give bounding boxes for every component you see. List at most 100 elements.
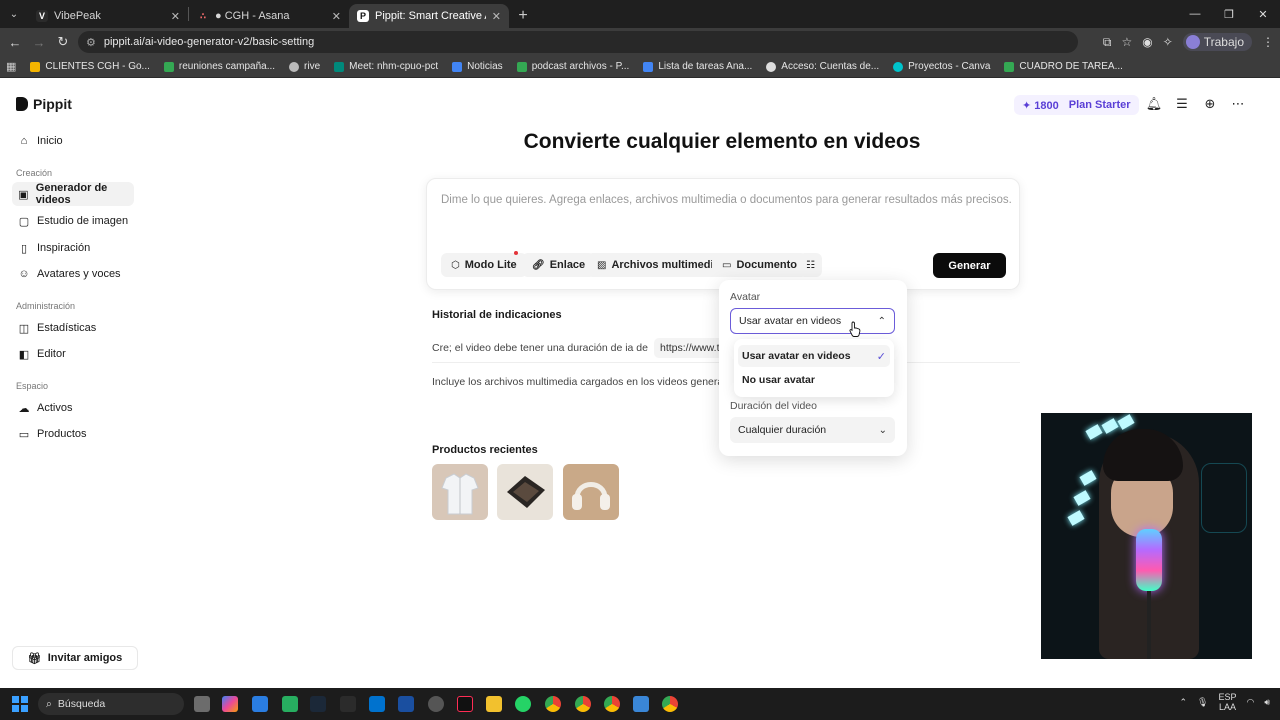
sidebar-item-label: Inspiración [37, 242, 91, 254]
playstation-icon[interactable] [369, 696, 385, 712]
chrome-icon[interactable] [662, 696, 678, 712]
avatar-option-use[interactable]: Usar avatar en videos ✓ [738, 345, 890, 367]
history-item[interactable]: Cre; el video debe tener una duración de… [432, 338, 742, 358]
sidebar-item-video-generator[interactable]: ▣ Generador de videos [12, 182, 134, 206]
bookmark-item[interactable]: podcast archivos - P... [516, 61, 629, 72]
extensions-icon[interactable]: ✧ [1163, 35, 1173, 49]
chrome-icon[interactable] [545, 696, 561, 712]
microphone-icon[interactable]: 🎙︎ [1197, 697, 1208, 708]
bell-icon[interactable]: 🔔︎ [1146, 96, 1163, 112]
chrome-icon[interactable] [604, 696, 620, 712]
history-item[interactable]: Incluye los archivos multimedia cargados… [432, 376, 740, 388]
product-thumb-shirt[interactable] [432, 464, 488, 520]
ps-app-icon[interactable] [398, 696, 414, 712]
whatsapp-icon[interactable] [515, 696, 531, 712]
bookmark-item[interactable]: rive [289, 61, 320, 72]
language-indicator[interactable]: ESP LAA [1218, 692, 1236, 712]
media-player-icon[interactable] [282, 696, 298, 712]
sidebar-item-stats[interactable]: ◫ Estadísticas [12, 316, 134, 340]
wifi-icon[interactable]: ◠ [1246, 697, 1254, 708]
minimize-icon[interactable]: — [1178, 0, 1212, 28]
bookmark-item[interactable]: CLIENTES CGH - Go... [30, 61, 150, 72]
restore-icon[interactable]: ❐ [1212, 0, 1246, 28]
bookmark-star-icon[interactable]: ☆ [1121, 35, 1132, 49]
sidebar-item-assets[interactable]: ☁ Activos [12, 396, 134, 420]
avatar-option-none[interactable]: No usar avatar [738, 369, 890, 391]
paint-icon[interactable] [633, 696, 649, 712]
store-icon[interactable] [252, 696, 268, 712]
bookmark-item[interactable]: CUADRO DE TAREA... [1004, 61, 1123, 72]
credits-plan-button[interactable]: ✦ 1800 Plan Starter [1014, 95, 1139, 115]
back-icon[interactable]: ← [6, 33, 24, 51]
bookmark-item[interactable]: Noticias [452, 61, 503, 72]
lang-top: ESP [1218, 692, 1237, 702]
windows-start-icon[interactable] [12, 696, 28, 712]
file-explorer-icon[interactable] [486, 696, 502, 712]
avatar-select[interactable]: Usar avatar en videos ⌃ [730, 308, 895, 334]
install-app-icon[interactable]: ⧉ [1103, 35, 1112, 50]
close-tab-icon[interactable]: ✕ [171, 10, 180, 23]
steam-icon[interactable] [310, 696, 326, 712]
camera-extension-icon[interactable]: ◉ [1142, 35, 1152, 49]
product-thumb-headphones[interactable] [563, 464, 619, 520]
product-thumb-palette[interactable] [497, 464, 553, 520]
new-tab-button[interactable]: + [509, 4, 537, 28]
invite-friends-button[interactable]: 🎁︎ Invitar amigos [12, 646, 138, 670]
bookmark-item[interactable]: Proyectos - Canva [893, 61, 990, 72]
document-button[interactable]: ▭ Documento [712, 253, 807, 277]
prompt-input[interactable]: Dime lo que quieres. Agrega enlaces, arc… [441, 194, 1012, 206]
sheets-icon [1004, 61, 1015, 72]
section-label-creation: Creación [16, 168, 53, 178]
browser-tab-vibepeak[interactable]: V VibePeak ✕ [28, 4, 188, 28]
close-window-icon[interactable]: ✕ [1246, 0, 1280, 28]
avatar-select-value: Usar avatar en videos [739, 315, 842, 327]
storage-icon[interactable]: ☰ [1174, 96, 1190, 112]
language-globe-icon[interactable]: ⊕ [1202, 96, 1218, 112]
browser-tab-pippit[interactable]: P Pippit: Smart Creative Agent fo ✕ [349, 4, 509, 28]
site-info-icon[interactable]: ⚙ [86, 36, 96, 49]
bookmark-item[interactable]: Meet: nhm-cpuo-pct [334, 61, 438, 72]
history-title: Historial de indicaciones [432, 309, 562, 321]
tiktok-icon[interactable] [457, 696, 473, 712]
globe-icon [289, 61, 300, 72]
apps-grid-icon[interactable]: ▦ [6, 60, 16, 73]
forward-icon[interactable]: → [30, 33, 48, 51]
chrome-icon[interactable] [575, 696, 591, 712]
reload-icon[interactable]: ↻ [54, 33, 72, 51]
chevron-up-icon[interactable]: ⌃ [1179, 697, 1187, 708]
sidebar-item-image-studio[interactable]: ▢ Estudio de imagen [12, 209, 134, 233]
volume-icon[interactable]: 🔊︎ [1264, 697, 1270, 708]
url-bar[interactable]: ⚙ pippit.ai/ai-video-generator-v2/basic-… [78, 31, 1078, 53]
epic-games-icon[interactable] [340, 696, 356, 712]
taskbar-search[interactable]: ⌕ Búsqueda [38, 693, 184, 715]
bookmark-label: Proyectos - Canva [908, 61, 991, 72]
sidebar-item-inspiration[interactable]: ▯ Inspiración [12, 236, 134, 260]
obs-icon[interactable] [428, 696, 444, 712]
sidebar-item-products[interactable]: ▭ Productos [12, 422, 134, 446]
browser-tab-asana[interactable]: ∴ ● CGH - Asana ✕ [189, 4, 349, 28]
task-view-icon[interactable] [194, 696, 210, 712]
duration-select[interactable]: Cualquier duración ⌄ [730, 417, 895, 443]
lite-mode-button[interactable]: ⬡ Modo Lite [441, 253, 527, 277]
browser-menu-icon[interactable]: ⋮ [1262, 35, 1274, 49]
profile-button[interactable]: Trabajo [1182, 33, 1252, 51]
news-icon [452, 61, 463, 72]
generate-button[interactable]: Generar [933, 253, 1006, 278]
link-button[interactable]: 🔗︎ Enlace [522, 253, 596, 277]
cloud-icon: ☁ [18, 402, 30, 415]
media-button[interactable]: ▨ Archivos multimedia [587, 253, 730, 277]
tab-search-icon[interactable]: ⌄ [0, 0, 28, 28]
sidebar-item-avatars-voices[interactable]: ☺ Avatares y voces [12, 262, 134, 286]
pippit-logo[interactable]: Pippit [16, 96, 72, 112]
bookmark-item[interactable]: reuniones campaña... [163, 61, 275, 72]
user-menu-icon[interactable]: ⋯ [1230, 96, 1246, 112]
sidebar-item-label: Editor [37, 348, 66, 360]
bookmark-item[interactable]: Acceso: Cuentas de... [766, 61, 879, 72]
close-tab-icon[interactable]: ✕ [332, 10, 341, 23]
neon-hex-light [1067, 510, 1085, 526]
bookmark-item[interactable]: Lista de tareas Ana... [643, 61, 752, 72]
copilot-icon[interactable] [222, 696, 238, 712]
settings-sliders-button[interactable]: ☷ [799, 253, 822, 277]
sidebar-item-editor[interactable]: ◧ Editor [12, 342, 134, 366]
close-tab-icon[interactable]: ✕ [492, 10, 501, 23]
